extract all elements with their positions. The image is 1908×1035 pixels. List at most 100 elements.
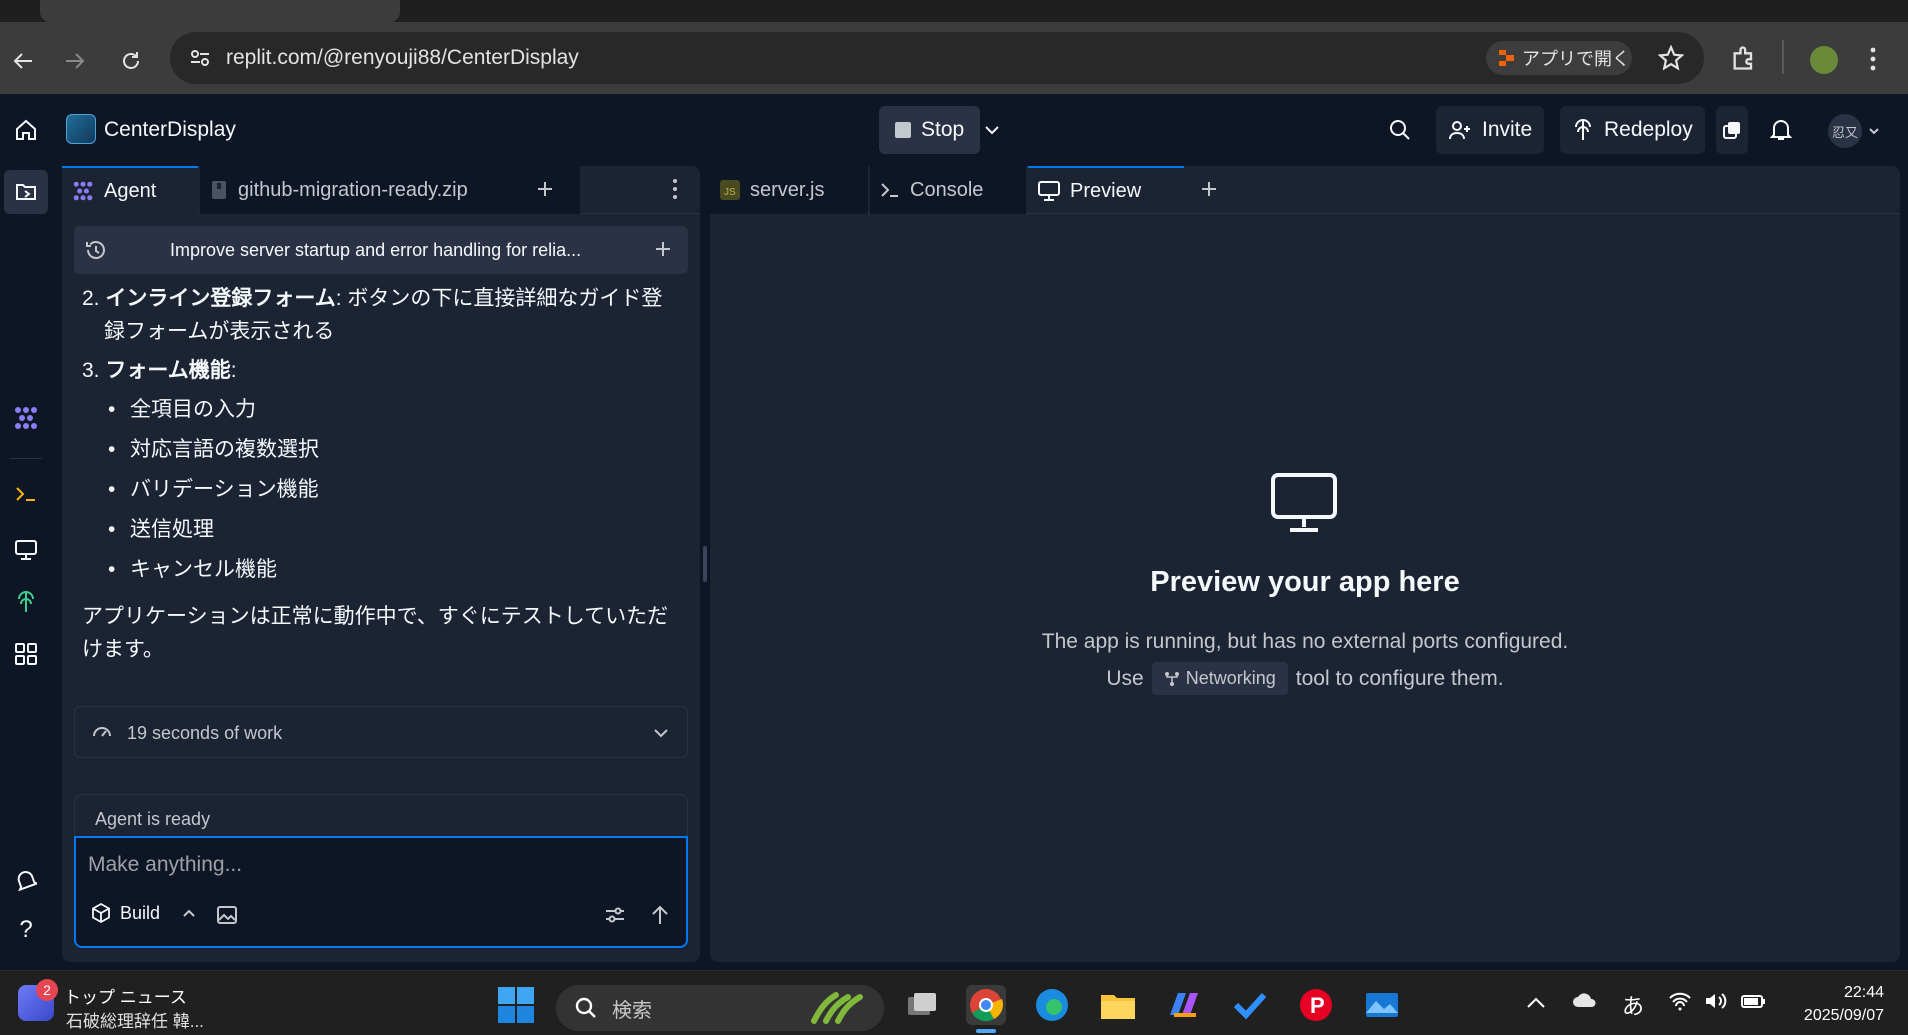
item-text: : [230,359,237,382]
project-name[interactable]: CenterDisplay [104,118,236,142]
run-options-chevron-icon[interactable] [984,124,1000,136]
work-label: 19 seconds of work [127,723,283,743]
js-file-icon: JS [720,180,740,200]
chat-title[interactable]: Improve server startup and error handlin… [170,240,581,261]
home-icon[interactable] [14,118,38,142]
system-clock[interactable]: 22:44 2025/09/07 [1788,981,1884,1027]
news-headline[interactable]: 石破総理辞任 韓... [66,1007,204,1032]
battery-icon[interactable] [1740,991,1766,1011]
files-icon [14,180,38,204]
monitor-icon [1038,181,1060,201]
attach-image-icon[interactable] [216,904,238,926]
photos-taskbar-icon[interactable] [1362,985,1402,1025]
pane-menu-icon[interactable] [672,178,678,200]
right-pane-tabs: JS server.js Console Preview [710,166,1900,214]
alerts-icon[interactable] [12,866,40,894]
chat-input-box: Build [74,836,688,948]
toolbar-divider [1782,40,1784,74]
tool-text: tool to configure them. [1295,666,1504,690]
pane-resize-handle[interactable] [703,546,707,582]
redeploy-button[interactable]: Redeploy [1560,106,1705,154]
tab-server-js[interactable]: JS server.js [710,166,868,214]
browser-toolbar: replit.com/@renyouji88/CenterDisplay アプリ… [0,22,1908,94]
work-summary[interactable]: 19 seconds of work [74,706,688,758]
invite-button[interactable]: Invite [1436,106,1545,154]
onedrive-cloud-icon[interactable] [1572,991,1598,1009]
edge-taskbar-icon[interactable] [1032,985,1072,1025]
gauge-icon [91,721,113,743]
settings-sliders-icon[interactable] [604,904,626,926]
search-icon[interactable] [1388,118,1412,142]
list-item: 2. インライン登録フォーム: ボタンの下に直接詳細なガイド登録フォームが表示さ… [82,287,663,343]
console-rail-icon[interactable] [12,480,40,508]
ime-indicator[interactable]: あ [1622,989,1644,1021]
chat-input[interactable] [88,850,668,880]
taskbar-search[interactable]: 検索 [556,985,884,1031]
item-heading: インライン登録フォーム [105,287,336,310]
task-view-icon[interactable] [902,985,942,1025]
browser-tab[interactable] [400,0,740,22]
browser-tab[interactable] [760,0,1120,22]
svg-text:JS: JS [724,187,736,198]
closing-text: アプリケーションは正常に動作中で、すぐにテストしていただけます。 [82,605,669,661]
help-icon[interactable]: ? [12,916,40,944]
profile-avatar[interactable] [1808,44,1840,76]
account-chevron-icon[interactable] [1868,126,1880,136]
volume-icon[interactable] [1704,991,1728,1011]
address-bar[interactable]: replit.com/@renyouji88/CenterDisplay アプリ… [170,32,1704,84]
agent-rail-icon[interactable] [12,404,40,432]
networking-icon [1164,671,1180,687]
stop-button[interactable]: Stop [879,106,980,154]
deploy-options-button[interactable] [1716,106,1748,154]
files-button[interactable] [4,170,48,214]
tab-agent[interactable]: Agent [62,166,198,214]
pinterest-taskbar-icon[interactable]: P [1296,985,1336,1025]
svg-text:P: P [1310,993,1325,1018]
list-item: 3. フォーム機能: [82,359,237,382]
invite-label: Invite [1482,118,1533,141]
new-chat-icon[interactable] [654,240,672,258]
browser-tab-strip [0,0,1908,22]
preview-rail-icon[interactable] [12,536,40,564]
back-button[interactable] [8,46,38,76]
use-text: Use [1106,666,1144,690]
open-in-app-button[interactable]: アプリで開く [1486,41,1632,75]
reload-button[interactable] [116,46,146,76]
browser-menu-icon[interactable] [1868,46,1878,72]
build-mode-button[interactable]: Build [90,902,196,924]
forward-button[interactable] [60,46,90,76]
agent-pane: Agent github-migration-ready.zip Improve… [62,166,700,962]
user-avatar[interactable]: 忍又 [1828,114,1862,148]
add-tab-icon[interactable] [536,180,554,198]
item-heading: フォーム機能 [105,359,231,382]
tray-chevron-up-icon[interactable] [1526,997,1546,1009]
send-arrow-icon[interactable] [650,904,670,926]
deployments-rail-icon[interactable] [12,588,40,616]
agent-status: Agent is ready [74,794,688,838]
url-text[interactable]: replit.com/@renyouji88/CenterDisplay [226,46,579,70]
tab-console[interactable]: Console [870,166,1026,214]
file-explorer-icon[interactable] [1098,985,1138,1025]
notifications-bell-icon[interactable] [1770,118,1792,142]
browser-tab-active[interactable] [40,0,400,22]
tab-preview[interactable]: Preview [1028,166,1184,214]
news-title[interactable]: トップ ニュース [64,983,187,1008]
extensions-icon[interactable] [1730,44,1758,72]
windows-start-icon[interactable] [498,987,534,1023]
tab-zip-file[interactable]: github-migration-ready.zip [200,166,580,214]
chrome-taskbar-icon[interactable] [966,985,1006,1025]
site-settings-icon[interactable] [188,46,212,70]
apps-grid-icon[interactable] [12,640,40,668]
project-icon[interactable] [66,114,96,144]
networking-label: Networking [1185,668,1276,688]
wifi-icon[interactable] [1668,991,1692,1011]
networking-chip[interactable]: Networking [1151,662,1288,695]
expand-chevron-icon[interactable] [653,727,669,739]
todo-taskbar-icon[interactable] [1230,985,1270,1025]
history-icon[interactable] [84,238,108,262]
m365-taskbar-icon[interactable] [1164,985,1204,1025]
add-tab-icon[interactable] [1200,180,1218,198]
tab-server-js-label: server.js [750,178,825,201]
bullet-item: 送信処理 [82,513,682,546]
bookmark-star-icon[interactable] [1658,45,1684,71]
